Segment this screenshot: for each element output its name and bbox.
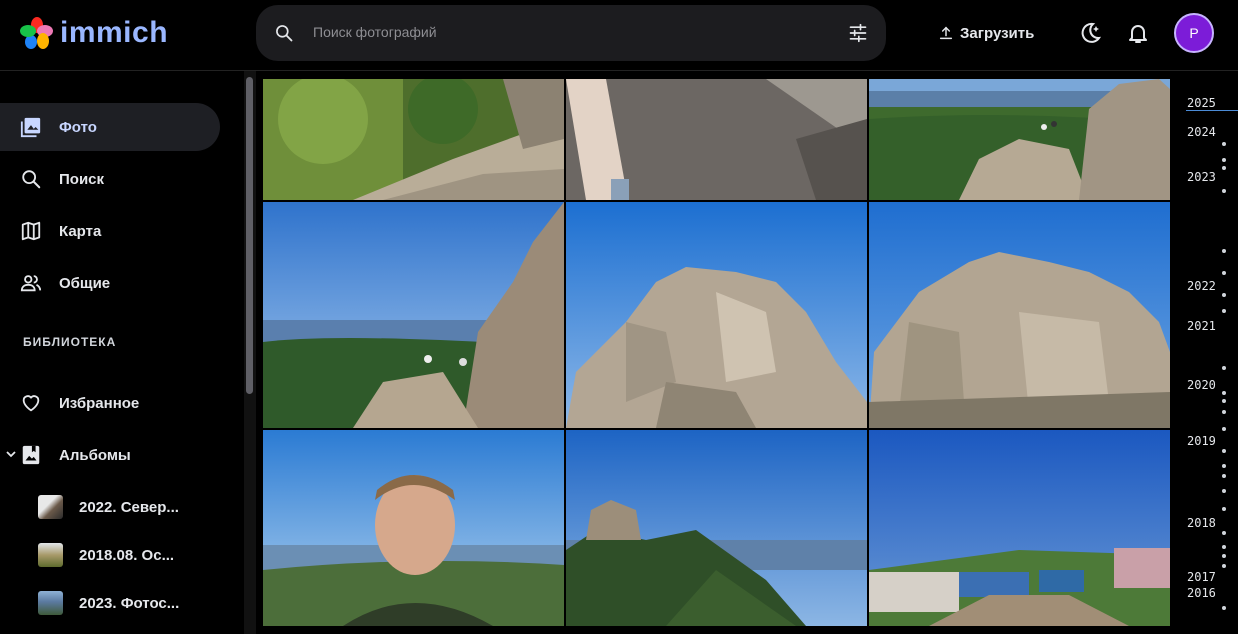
library-section-title: БИБЛИОТЕКА bbox=[23, 335, 117, 349]
timeline-month-dot bbox=[1222, 366, 1226, 370]
photo-thumbnail[interactable] bbox=[869, 202, 1170, 428]
photo-image bbox=[566, 79, 867, 200]
photos-icon bbox=[20, 117, 41, 138]
timeline-month-dot bbox=[1222, 166, 1226, 170]
timeline-month-dot bbox=[1222, 399, 1226, 403]
photo-image bbox=[263, 430, 564, 626]
immich-pinwheel-icon bbox=[20, 17, 53, 49]
photo-thumbnail[interactable] bbox=[263, 430, 564, 626]
sidebar-item-label: Избранное bbox=[59, 395, 140, 412]
timeline-month-dot bbox=[1222, 474, 1226, 478]
sidebar-item-label: Общие bbox=[59, 275, 111, 292]
filter-sliders-icon[interactable] bbox=[848, 22, 868, 44]
timeline-month-dot bbox=[1222, 271, 1226, 275]
sidebar-item-label: Карта bbox=[59, 223, 102, 240]
timeline-year[interactable]: 2020 bbox=[1187, 378, 1216, 392]
user-avatar[interactable]: P bbox=[1174, 13, 1214, 53]
timeline-month-dot bbox=[1222, 489, 1226, 493]
map-icon bbox=[21, 221, 41, 241]
timeline-year[interactable]: 2022 bbox=[1187, 279, 1216, 293]
app-name: immich bbox=[60, 16, 169, 49]
album-thumbnail bbox=[38, 591, 63, 615]
timeline-month-dot bbox=[1222, 554, 1226, 558]
timeline-year[interactable]: 2019 bbox=[1187, 434, 1216, 448]
timeline-position-indicator bbox=[1186, 110, 1238, 111]
timeline-month-dot bbox=[1222, 391, 1226, 395]
timeline-month-dot bbox=[1222, 158, 1226, 162]
dark-mode-icon[interactable] bbox=[1078, 21, 1102, 45]
photo-image bbox=[263, 202, 564, 428]
timeline-scrubber[interactable]: 2025 2024 2023 2022 2021 2020 2019 2018 … bbox=[1178, 79, 1238, 634]
timeline-month-dot bbox=[1222, 189, 1226, 193]
timeline-year[interactable]: 2023 bbox=[1187, 170, 1216, 184]
photo-image bbox=[869, 430, 1170, 626]
photo-image bbox=[263, 79, 564, 200]
album-label: 2022. Север... bbox=[79, 499, 179, 516]
photo-thumbnail[interactable] bbox=[869, 79, 1170, 200]
sidebar-item-albums[interactable]: Альбомы bbox=[0, 431, 220, 479]
album-item[interactable]: 2018.08. Ос... bbox=[38, 541, 238, 569]
timeline-month-dot bbox=[1222, 507, 1226, 511]
photo-thumbnail[interactable] bbox=[263, 79, 564, 200]
timeline-year[interactable]: 2024 bbox=[1187, 125, 1216, 139]
photo-thumbnail[interactable] bbox=[869, 430, 1170, 626]
album-thumbnail bbox=[38, 543, 63, 567]
heart-icon bbox=[22, 395, 40, 412]
timeline-year[interactable]: 2017 bbox=[1187, 570, 1216, 584]
timeline-month-dot bbox=[1222, 410, 1226, 414]
sidebar-item-favorites[interactable]: Избранное bbox=[0, 379, 220, 427]
photo-image bbox=[869, 79, 1170, 200]
photo-thumbnail[interactable] bbox=[566, 430, 867, 626]
search-placeholder[interactable]: Поиск фотографий bbox=[313, 24, 437, 40]
immich-logo[interactable]: immich bbox=[20, 14, 168, 52]
timeline-year[interactable]: 2016 bbox=[1187, 586, 1216, 600]
search-icon bbox=[276, 25, 293, 42]
album-item[interactable]: 2023. Фотос... bbox=[38, 589, 238, 617]
timeline-month-dot bbox=[1222, 309, 1226, 313]
upload-label: Загрузить bbox=[960, 24, 1035, 42]
timeline-month-dot bbox=[1222, 531, 1226, 535]
timeline-month-dot bbox=[1222, 545, 1226, 549]
sidebar-item-sharing[interactable]: Общие bbox=[0, 259, 220, 307]
photo-grid bbox=[263, 79, 1170, 626]
sidebar-item-photos[interactable]: Фото bbox=[0, 103, 220, 151]
photo-image bbox=[869, 202, 1170, 428]
sidebar-item-label: Альбомы bbox=[59, 447, 131, 464]
notifications-bell-icon[interactable] bbox=[1126, 21, 1150, 45]
top-bar: immich Поиск фотографий Загрузить P bbox=[0, 0, 1238, 71]
photo-thumbnail[interactable] bbox=[566, 79, 867, 200]
upload-button[interactable]: Загрузить bbox=[938, 22, 1034, 44]
timeline-year[interactable]: 2021 bbox=[1187, 319, 1216, 333]
timeline-month-dot bbox=[1222, 142, 1226, 146]
people-icon bbox=[20, 275, 42, 292]
album-label: 2018.08. Ос... bbox=[79, 547, 175, 564]
timeline-year[interactable]: 2025 bbox=[1187, 96, 1216, 110]
timeline-month-dot bbox=[1222, 464, 1226, 468]
timeline-month-dot bbox=[1222, 427, 1226, 431]
upload-icon bbox=[939, 26, 953, 40]
timeline-month-dot bbox=[1222, 564, 1226, 568]
photo-thumbnail[interactable] bbox=[566, 202, 867, 428]
album-label: 2023. Фотос... bbox=[79, 595, 180, 612]
scrollbar-thumb[interactable] bbox=[246, 77, 253, 394]
sidebar-item-map[interactable]: Карта bbox=[0, 207, 220, 255]
timeline-month-dot bbox=[1222, 249, 1226, 253]
timeline-month-dot bbox=[1222, 449, 1226, 453]
album-item[interactable]: 2022. Север... bbox=[38, 493, 238, 521]
sidebar-scrollbar[interactable] bbox=[244, 71, 256, 634]
timeline-month-dot bbox=[1222, 293, 1226, 297]
sidebar-item-label: Поиск bbox=[59, 171, 105, 188]
search-bar[interactable]: Поиск фотографий bbox=[256, 5, 886, 61]
timeline-year[interactable]: 2018 bbox=[1187, 516, 1216, 530]
sidebar: Фото Поиск Карта Общие БИБЛИОТЕКА Избран… bbox=[0, 71, 244, 634]
albums-icon bbox=[22, 445, 40, 465]
photo-image bbox=[566, 202, 867, 428]
sidebar-item-label: Фото bbox=[59, 119, 97, 136]
photo-thumbnail[interactable] bbox=[263, 202, 564, 428]
album-thumbnail bbox=[38, 495, 63, 519]
search-icon bbox=[22, 170, 41, 189]
sidebar-item-search[interactable]: Поиск bbox=[0, 155, 220, 203]
photo-image bbox=[566, 430, 867, 626]
timeline-month-dot bbox=[1222, 606, 1226, 610]
